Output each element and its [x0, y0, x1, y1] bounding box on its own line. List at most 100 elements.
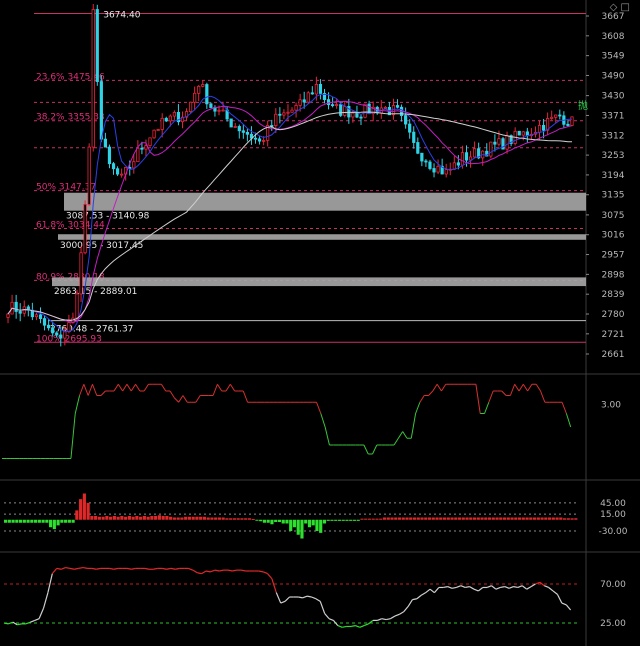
indicator2-bar	[157, 515, 161, 520]
indicator1-segment	[441, 383, 447, 392]
candle-body	[6, 313, 10, 318]
indicator1-segment	[324, 426, 330, 446]
candle-body	[221, 109, 225, 112]
indicator2-bar	[356, 519, 360, 521]
indicator3-segment	[267, 573, 273, 580]
indicator3-segment	[399, 611, 405, 615]
indicator2-bar	[120, 516, 124, 520]
indicator2-bar	[360, 518, 364, 520]
indicator3-segment	[324, 613, 330, 620]
indicator3-segment	[25, 621, 31, 625]
candle-body	[278, 113, 282, 116]
indicator2-bar	[172, 517, 176, 520]
indicator2-bar	[465, 517, 469, 520]
indicator3-segment	[328, 618, 334, 621]
indicator2-bar	[15, 519, 19, 523]
candle-body	[404, 115, 408, 125]
indicator3-segment	[460, 585, 466, 589]
candle-body	[570, 116, 574, 126]
indicator3-segment	[192, 569, 198, 574]
indicator2-bar	[461, 517, 465, 520]
indicator2-bar	[562, 518, 567, 520]
indicator2-bar	[112, 516, 116, 520]
candle-body	[229, 118, 233, 128]
candle-body	[55, 332, 59, 336]
candle-body	[47, 324, 51, 329]
indicator2-bar	[135, 516, 139, 520]
indicator2-bar	[45, 519, 49, 523]
indicator3-segment	[69, 567, 75, 570]
candle-body	[460, 152, 465, 166]
indicator2-bar	[97, 516, 101, 520]
candle-body	[217, 109, 221, 112]
indicator1-segment	[428, 390, 434, 396]
indicator1-segment	[100, 390, 106, 396]
indicator3-segment	[425, 588, 431, 594]
indicator1-segment	[70, 413, 76, 459]
indicator2-bar	[487, 517, 492, 520]
indicator3-segment	[284, 596, 290, 602]
indicator2-bar	[341, 519, 345, 521]
indicator2-bar	[409, 517, 413, 520]
indicator3-segment	[420, 592, 426, 596]
indicator3-segment	[526, 586, 532, 590]
indicator2-bar	[165, 516, 169, 520]
resistance-zone	[52, 277, 586, 287]
candle-body	[339, 104, 343, 116]
indicator1-segment	[320, 413, 326, 428]
indicator3-segment	[227, 569, 233, 572]
indicator3-segment	[556, 594, 563, 604]
candle-body	[274, 113, 278, 126]
fib-label: 100% 2695.93	[36, 334, 102, 344]
candle-body	[505, 135, 509, 150]
indicator2-bar	[56, 519, 60, 526]
candle-body	[253, 137, 258, 140]
candle-body	[282, 112, 286, 116]
indicator2-bar	[195, 516, 199, 520]
indicator2-bar	[334, 519, 338, 521]
candle-body	[330, 104, 335, 107]
candle-body	[38, 314, 43, 319]
candle-body	[420, 152, 424, 162]
indicator3-segment	[91, 567, 97, 570]
indicator1-segment	[484, 402, 490, 414]
candle-body	[521, 131, 525, 136]
indicator3-segment	[153, 567, 158, 570]
indicator3-segment	[469, 586, 475, 590]
indicator2-bar	[416, 517, 420, 520]
candle-body	[205, 84, 209, 105]
indicator3-segment	[298, 596, 303, 599]
indicator2-bar	[322, 519, 327, 524]
indicator2-bar	[214, 517, 218, 520]
indicator2-bar	[405, 517, 409, 520]
candle-body	[168, 115, 172, 122]
indicator1-segment	[363, 444, 369, 455]
indicator1-segment	[509, 384, 516, 396]
indicator2-bar	[371, 518, 375, 520]
indicator3-segment	[342, 625, 347, 628]
indicator2-bar	[382, 517, 387, 520]
indicator3-segment	[271, 578, 277, 593]
indicator1-segment	[135, 383, 141, 392]
indicator2-bar	[210, 517, 214, 520]
candle-body	[144, 145, 148, 150]
indicator3-segment	[319, 601, 326, 614]
indicator2-bar	[191, 516, 195, 520]
indicator2-bar	[337, 519, 342, 521]
indicator1-segment	[143, 383, 149, 392]
indicator2-bar	[510, 517, 514, 520]
candle-body	[140, 147, 144, 150]
price-tick-label: 2957	[602, 251, 625, 261]
indicator1-segment	[518, 383, 524, 392]
indicator2-bar	[142, 516, 146, 520]
candle-body	[201, 84, 205, 87]
indicator3-segment	[51, 568, 58, 574]
indicator2-bar	[251, 519, 255, 520]
candle-body	[335, 104, 339, 106]
candle-body	[326, 99, 331, 106]
candle-body	[318, 83, 323, 94]
candle-body	[408, 123, 412, 133]
indicator2-bar	[262, 519, 267, 523]
candle-body	[541, 125, 546, 131]
candle-body	[456, 162, 460, 166]
